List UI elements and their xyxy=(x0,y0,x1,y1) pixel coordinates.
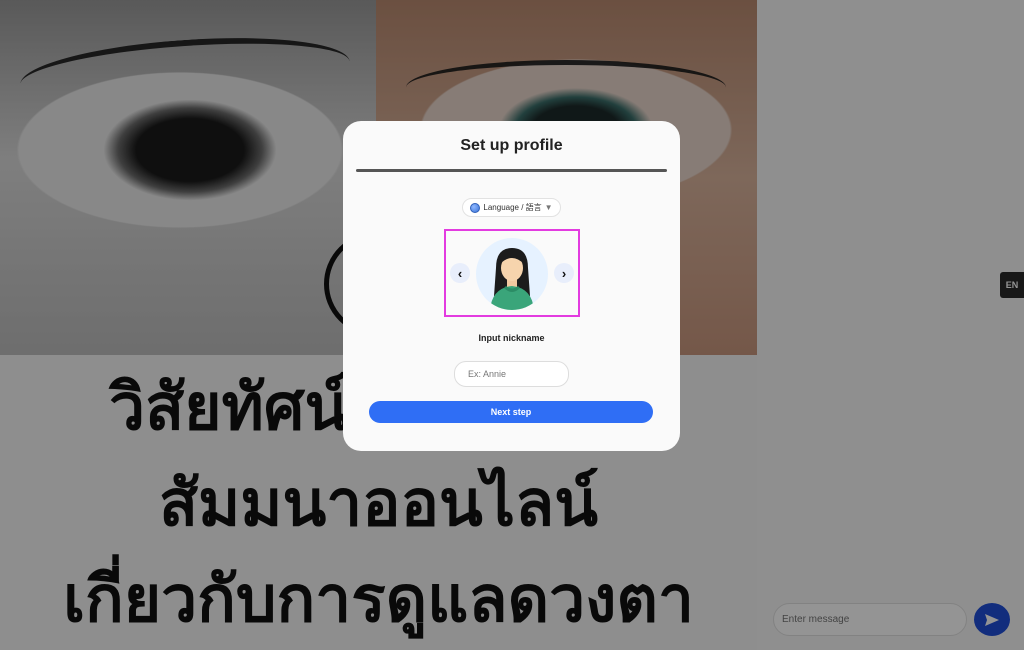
caret-down-icon: ▼ xyxy=(544,203,553,212)
avatar-prev-button[interactable]: ‹ xyxy=(450,263,470,283)
globe-icon xyxy=(470,202,481,213)
chevron-left-icon: ‹ xyxy=(457,265,463,281)
language-select[interactable]: Language / 語言 ▼ xyxy=(462,198,561,217)
avatar-illustration xyxy=(490,248,534,310)
language-select-label: Language / 語言 xyxy=(483,203,542,212)
nickname-label: Input nickname xyxy=(478,333,545,343)
profile-setup-dialog: Set up profile Language / 語言 ▼ ‹ › Input… xyxy=(343,121,680,451)
dialog-title: Set up profile xyxy=(460,137,563,154)
female-avatar-icon[interactable] xyxy=(476,238,548,310)
avatar-carousel: ‹ › xyxy=(444,229,580,317)
avatar-next-button[interactable]: › xyxy=(554,263,574,283)
title-divider xyxy=(356,169,667,172)
next-step-button[interactable]: Next step xyxy=(369,401,653,423)
nickname-input[interactable] xyxy=(454,361,569,387)
chevron-right-icon: › xyxy=(561,265,567,281)
